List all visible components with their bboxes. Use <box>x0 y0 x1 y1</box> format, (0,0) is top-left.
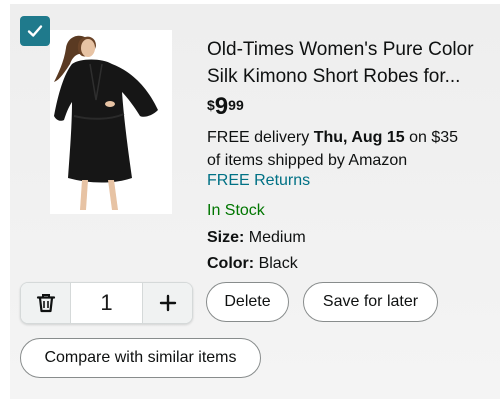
price-fraction: 99 <box>228 97 244 113</box>
size-value: Medium <box>248 229 306 246</box>
stock-status: In Stock <box>207 202 265 219</box>
delivery-suffix: on $35 <box>404 129 459 146</box>
color-attribute: Color: Black <box>207 255 298 273</box>
free-returns-link[interactable]: FREE Returns <box>207 172 310 190</box>
product-image[interactable] <box>50 30 172 214</box>
delivery-date: Thu, Aug 15 <box>313 129 405 146</box>
quantity-value[interactable]: 1 <box>70 283 143 323</box>
trash-icon <box>36 294 55 313</box>
product-price: $999 <box>207 94 244 124</box>
delivery-info: FREE delivery Thu, Aug 15 on $35 of item… <box>207 126 487 172</box>
check-icon <box>27 25 43 37</box>
color-value: Black <box>258 255 298 272</box>
price-symbol: $ <box>207 97 215 113</box>
decrement-button[interactable] <box>21 283 70 323</box>
size-label: Size: <box>207 229 245 246</box>
color-label: Color: <box>207 255 255 272</box>
delivery-prefix: FREE delivery <box>207 129 314 146</box>
plus-icon <box>159 294 176 312</box>
price-whole: 9 <box>214 93 229 120</box>
increment-button[interactable] <box>143 283 192 323</box>
save-for-later-button[interactable]: Save for later <box>303 282 438 322</box>
product-title[interactable]: Old-Times Women's Pure Color Silk Kimono… <box>207 36 487 90</box>
item-select-checkbox[interactable] <box>20 16 50 46</box>
size-attribute: Size: Medium <box>207 229 306 247</box>
product-title-line1: Old-Times Women's Pure Color <box>207 39 474 60</box>
product-title-line2: Silk Kimono Short Robes for... <box>207 66 461 87</box>
delivery-line2: of items shipped by Amazon <box>207 152 408 169</box>
quantity-stepper: 1 <box>20 282 193 324</box>
compare-similar-button[interactable]: Compare with similar items <box>20 338 261 378</box>
delete-button[interactable]: Delete <box>206 282 289 322</box>
